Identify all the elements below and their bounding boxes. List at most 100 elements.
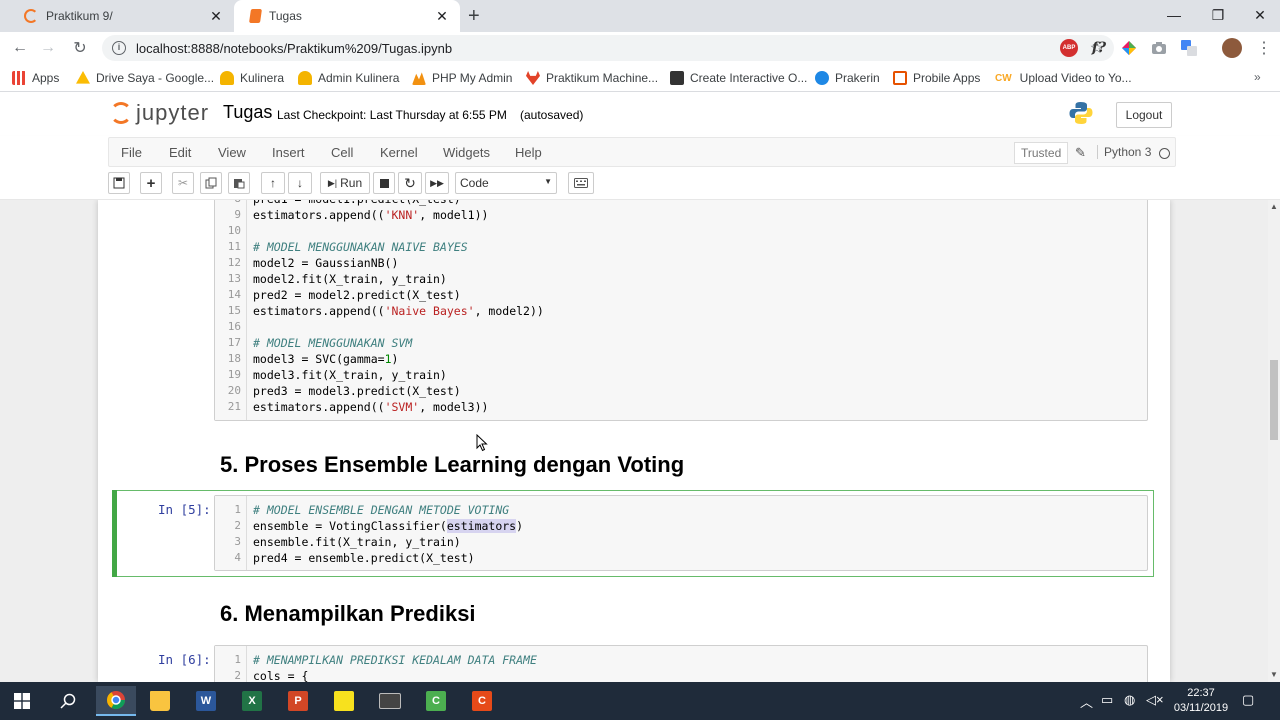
- save-button[interactable]: [108, 172, 130, 194]
- minimize-icon[interactable]: —: [1152, 0, 1196, 30]
- bookmark-drive[interactable]: Drive Saya - Google...: [76, 69, 214, 87]
- run-label: Run: [340, 176, 363, 190]
- battery-icon[interactable]: ▭: [1101, 692, 1113, 708]
- bookmark-probile-apps[interactable]: Probile Apps: [893, 69, 980, 87]
- bookmark-kulinera[interactable]: Kulinera: [220, 69, 284, 87]
- paste-button[interactable]: [228, 172, 250, 194]
- network-icon[interactable]: ◍: [1124, 692, 1135, 708]
- reload-icon[interactable]: ↻: [68, 36, 92, 60]
- pencil-icon[interactable]: ✎: [1075, 145, 1086, 161]
- cut-button[interactable]: ✂: [172, 172, 194, 194]
- notebook-favicon-icon: [249, 9, 262, 23]
- notifications-icon[interactable]: ▢: [1242, 692, 1254, 708]
- line-number: 17: [227, 336, 241, 349]
- close-icon[interactable]: ✕: [208, 8, 224, 25]
- bookmark-upload-video[interactable]: CW Upload Video to Yo...: [995, 69, 1132, 87]
- taskbar-chrome-icon[interactable]: [96, 686, 136, 716]
- taskbar-recorder-icon[interactable]: C: [464, 686, 500, 716]
- menu-edit[interactable]: Edit: [169, 145, 191, 160]
- apps-grid-icon: [12, 71, 26, 85]
- tray-expand-icon[interactable]: ︿: [1080, 692, 1093, 711]
- profile-avatar[interactable]: [1222, 38, 1242, 58]
- interrupt-button[interactable]: [373, 172, 395, 194]
- new-tab-button[interactable]: +: [468, 5, 480, 28]
- line-number: 19: [227, 368, 241, 381]
- menu-widgets[interactable]: Widgets: [443, 145, 490, 160]
- taskbar-camtasia-icon[interactable]: C: [418, 686, 454, 716]
- phpmyadmin-icon: [412, 72, 426, 85]
- copy-button[interactable]: [200, 172, 222, 194]
- menu-file[interactable]: File: [121, 145, 142, 160]
- menu-kernel[interactable]: Kernel: [380, 145, 418, 160]
- bookmark-praktikum-machine[interactable]: Praktikum Machine...: [526, 69, 658, 87]
- menu-view[interactable]: View: [218, 145, 246, 160]
- close-icon[interactable]: ✕: [434, 8, 450, 25]
- arrow-down-icon: ↓: [297, 176, 303, 190]
- code-cell-display[interactable]: 1 # MENAMPILKAN PREDIKSI KEDALAM DATA FRA…: [214, 645, 1148, 682]
- python-logo-icon: [1068, 100, 1094, 126]
- tab-tugas[interactable]: Tugas ✕: [234, 0, 460, 32]
- color-extension-icon[interactable]: [1120, 39, 1138, 57]
- menu-dots-icon[interactable]: ⋮: [1256, 38, 1272, 58]
- windows-start-icon[interactable]: [4, 686, 40, 716]
- volume-icon[interactable]: ◁×: [1146, 692, 1164, 708]
- restart-run-all-button[interactable]: ▶▶: [425, 172, 449, 194]
- insert-cell-button[interactable]: +: [140, 172, 162, 194]
- menu-insert[interactable]: Insert: [272, 145, 305, 160]
- bookmark-admin-kulinera[interactable]: Admin Kulinera: [298, 69, 399, 87]
- adblock-icon[interactable]: ABP: [1060, 39, 1078, 57]
- window-close-icon[interactable]: ✕: [1238, 0, 1280, 30]
- info-icon[interactable]: i: [112, 41, 126, 55]
- menu-help[interactable]: Help: [515, 145, 542, 160]
- back-arrow-icon[interactable]: ←: [8, 36, 32, 60]
- cell-type-select[interactable]: Code ▼: [455, 172, 557, 194]
- bookmark-create-interactive[interactable]: Create Interactive O...: [670, 69, 807, 87]
- gitlab-icon: [526, 71, 540, 85]
- code-editor[interactable]: 1 # MODEL ENSEMBLE DENGAN METODE VOTING 2 e…: [214, 495, 1148, 571]
- code-cell-models[interactable]: 8 pred1 = model1.predict(X_test) 9 estimato…: [214, 200, 1148, 421]
- tab-title: Praktikum 9/: [46, 9, 113, 23]
- selected-cell-indicator: [112, 490, 117, 577]
- system-clock[interactable]: 22:37 03/11/2019: [1170, 686, 1232, 716]
- bookmark-apps[interactable]: Apps: [12, 69, 59, 87]
- maximize-icon[interactable]: ❐: [1196, 0, 1240, 30]
- move-up-button[interactable]: ↑: [261, 172, 285, 194]
- taskbar-word-icon[interactable]: W: [188, 686, 224, 716]
- taskbar-excel-icon[interactable]: X: [234, 686, 270, 716]
- section-heading-5: 5. Proses Ensemble Learning dengan Votin…: [220, 452, 685, 477]
- url-text: localhost:8888/notebooks/Praktikum%209/T…: [136, 40, 453, 56]
- forward-arrow-icon[interactable]: →: [36, 36, 60, 60]
- more-bookmarks-icon[interactable]: »: [1254, 70, 1261, 84]
- taskbar-terminal-icon[interactable]: [372, 686, 408, 716]
- notebook-scroll-area[interactable]: 8 pred1 = model1.predict(X_test) 9 estimato…: [0, 200, 1268, 682]
- tab-praktikum[interactable]: Praktikum 9/ ✕: [8, 0, 234, 32]
- taskbar-powerpoint-icon[interactable]: P: [280, 686, 316, 716]
- scrollbar-thumb[interactable]: [1270, 360, 1278, 440]
- taskbar-file-explorer-icon[interactable]: [142, 686, 178, 716]
- notebook-name[interactable]: Tugas: [223, 102, 272, 123]
- code-line: ensemble = VotingClassifier(estimators): [253, 519, 524, 533]
- logout-button[interactable]: Logout: [1116, 102, 1172, 128]
- bookmark-prakerin[interactable]: Prakerin: [815, 69, 880, 87]
- scroll-up-icon[interactable]: ▲: [1270, 202, 1278, 211]
- command-palette-button[interactable]: [568, 172, 594, 194]
- formula-extension-icon[interactable]: f?: [1090, 39, 1108, 57]
- search-icon[interactable]: [50, 686, 86, 716]
- code-cell-ensemble[interactable]: In [5]: 1 # MODEL ENSEMBLE DENGAN METODE …: [112, 490, 1154, 577]
- scroll-down-icon[interactable]: ▼: [1270, 670, 1278, 679]
- move-down-button[interactable]: ↓: [288, 172, 312, 194]
- restart-button[interactable]: ↻: [398, 172, 422, 194]
- jupyter-logo[interactable]: jupyter: [110, 100, 209, 126]
- address-bar[interactable]: i localhost:8888/notebooks/Praktikum%209…: [102, 35, 1114, 61]
- camera-icon[interactable]: [1150, 39, 1168, 57]
- kulinera-icon: [220, 71, 234, 85]
- run-button[interactable]: ▶| Run: [320, 172, 370, 194]
- trusted-indicator[interactable]: Trusted: [1014, 142, 1069, 164]
- taskbar-sticky-notes-icon[interactable]: [326, 686, 362, 716]
- translate-icon[interactable]: [1180, 39, 1198, 57]
- line-number: 13: [227, 272, 241, 285]
- menu-cell[interactable]: Cell: [331, 145, 353, 160]
- vertical-scrollbar[interactable]: ▲ ▼: [1268, 200, 1280, 682]
- plus-icon: +: [146, 174, 156, 192]
- bookmark-phpmyadmin[interactable]: PHP My Admin: [412, 69, 512, 87]
